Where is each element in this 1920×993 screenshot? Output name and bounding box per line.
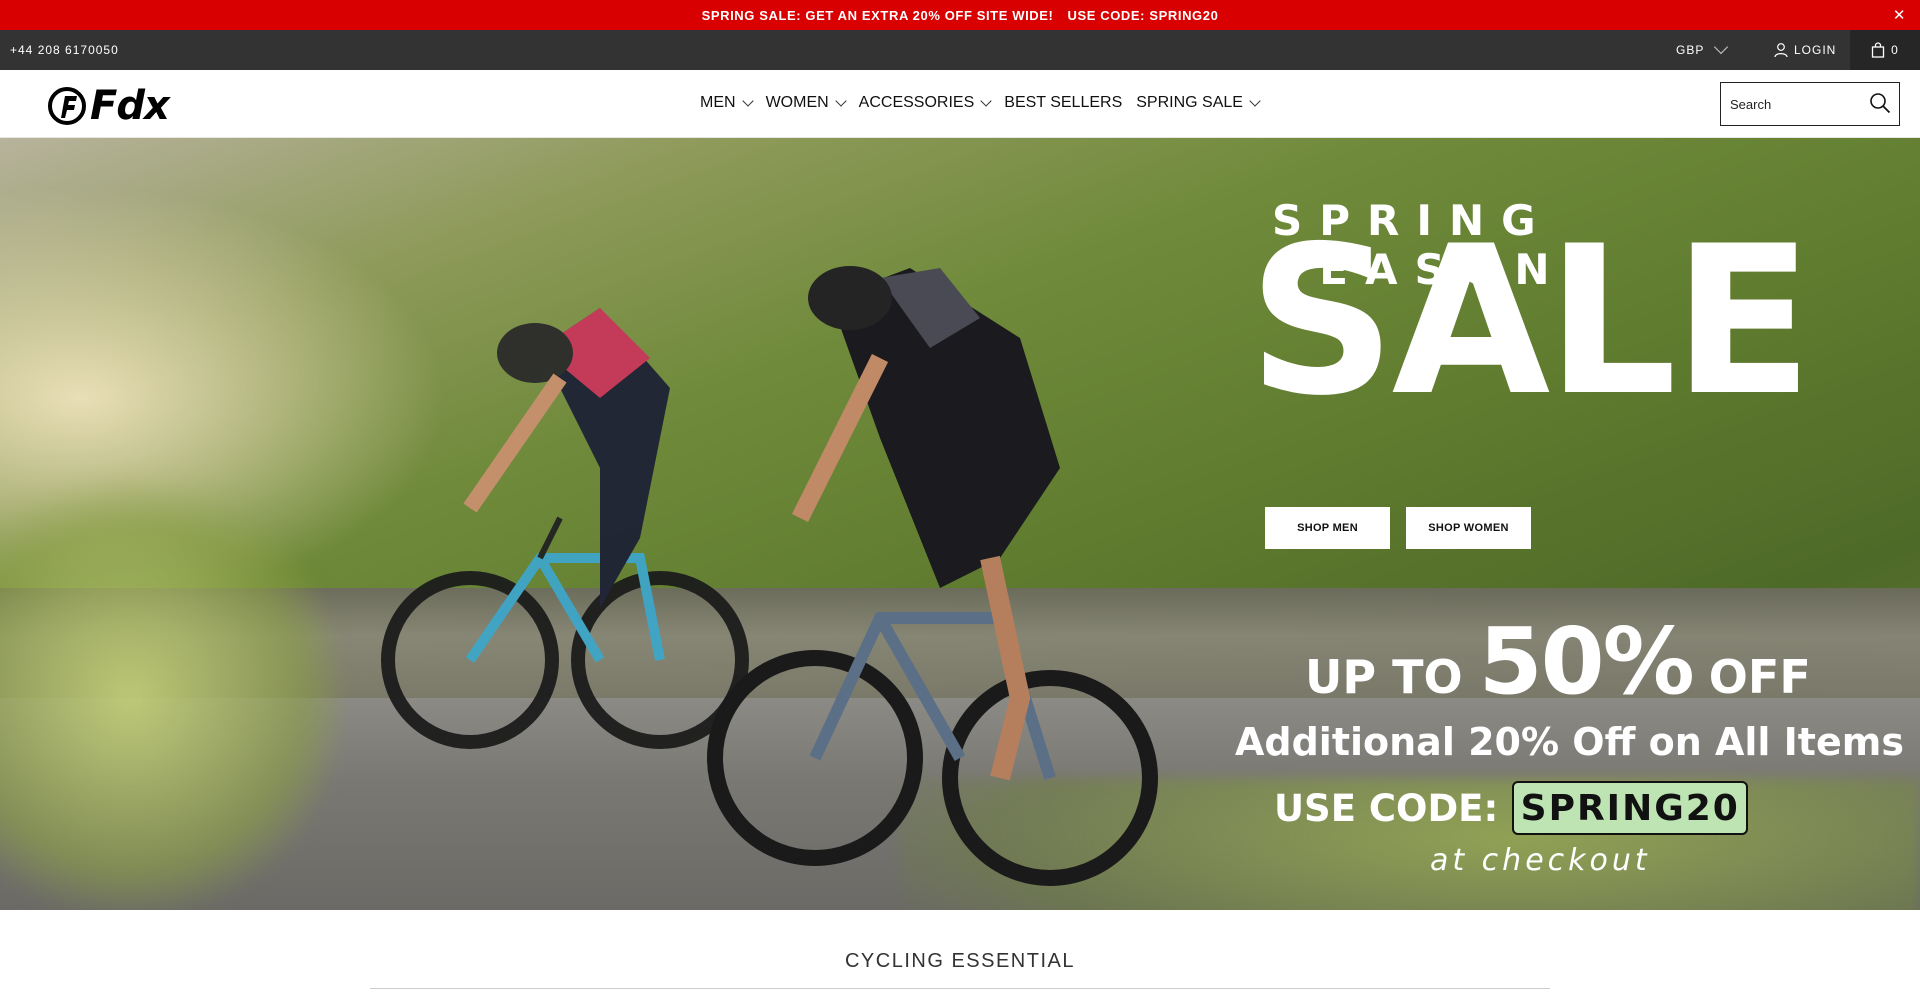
checkout-note: at checkout (1430, 843, 1651, 878)
user-icon (1774, 43, 1788, 58)
hero-headline: SALE (1248, 203, 1813, 441)
chevron-down-icon (1714, 39, 1729, 55)
nav-label: BEST SELLERS (1004, 94, 1123, 111)
nav-label: ACCESSORIES (858, 94, 975, 111)
nav-item-men[interactable]: MEN (700, 94, 754, 112)
close-icon[interactable]: ✕ (1893, 6, 1906, 24)
bag-icon (1872, 42, 1885, 58)
phone-number[interactable]: +44 208 6170050 (10, 43, 119, 57)
chevron-down-icon (980, 95, 992, 107)
discount-prefix: UP TO (1305, 650, 1463, 704)
announcement-bar: SPRING SALE: GET AN EXTRA 20% OFF SITE W… (0, 0, 1920, 30)
search-icon[interactable] (1869, 92, 1891, 114)
nav-label: WOMEN (765, 94, 829, 111)
nav-label: SPRING SALE (1136, 94, 1243, 111)
logo-wordmark: Fdx (90, 83, 170, 129)
discount-line: UP TO 50% OFF (1305, 608, 1811, 715)
discount-suffix: OFF (1708, 650, 1811, 704)
chevron-down-icon (1249, 95, 1261, 107)
cart-count: 0 (1891, 43, 1899, 57)
nav-item-accessories[interactable]: ACCESSORIES (858, 94, 992, 112)
hero-buttons: SHOP MEN SHOP WOMEN (1265, 507, 1531, 549)
promo-code-label: USE CODE: (1274, 786, 1499, 830)
logo[interactable]: Fdx (48, 83, 170, 129)
site-header: Fdx MEN WOMEN ACCESSORIES BEST SELLERS S… (0, 70, 1920, 138)
promo-code-badge: SPRING20 (1512, 781, 1749, 835)
currency-value: GBP (1676, 43, 1705, 57)
search-input[interactable] (1730, 89, 1870, 119)
nav-label: MEN (700, 94, 736, 111)
hero-banner[interactable]: SPRING SEASON SALE SHOP MEN SHOP WOMEN U… (0, 138, 1920, 910)
currency-selector[interactable]: GBP (1676, 39, 1729, 57)
promo-code-line: USE CODE: SPRING20 (1274, 781, 1749, 835)
chevron-down-icon (835, 95, 847, 107)
discount-percent: 50% (1478, 608, 1695, 715)
section-title: CYCLING ESSENTIAL (844, 950, 1075, 972)
nav-item-spring-sale[interactable]: SPRING SALE (1136, 94, 1261, 112)
additional-offer: Additional 20% Off on All Items (1235, 720, 1904, 764)
cyclists-image (381, 266, 1158, 886)
logo-f-icon (48, 87, 86, 125)
announcement-text: SPRING SALE: GET AN EXTRA 20% OFF SITE W… (701, 7, 1054, 23)
chevron-down-icon (741, 95, 754, 107)
cart-button[interactable]: 0 (1850, 30, 1920, 70)
announcement-code: USE CODE: SPRING20 (1067, 7, 1219, 23)
shop-women-button[interactable]: SHOP WOMEN (1406, 507, 1531, 549)
nav-item-women[interactable]: WOMEN (765, 94, 847, 112)
login-link[interactable]: LOGIN (1773, 42, 1836, 58)
top-utility-bar: +44 208 6170050 GBP LOGIN 0 (0, 30, 1920, 70)
search-box (1720, 82, 1900, 126)
main-nav: MEN WOMEN ACCESSORIES BEST SELLERS SPRIN… (700, 94, 1261, 112)
section-divider (370, 988, 1550, 989)
login-label: LOGIN (1794, 43, 1837, 57)
shop-men-button[interactable]: SHOP MEN (1265, 507, 1390, 549)
nav-item-best-sellers[interactable]: BEST SELLERS (1004, 94, 1122, 112)
